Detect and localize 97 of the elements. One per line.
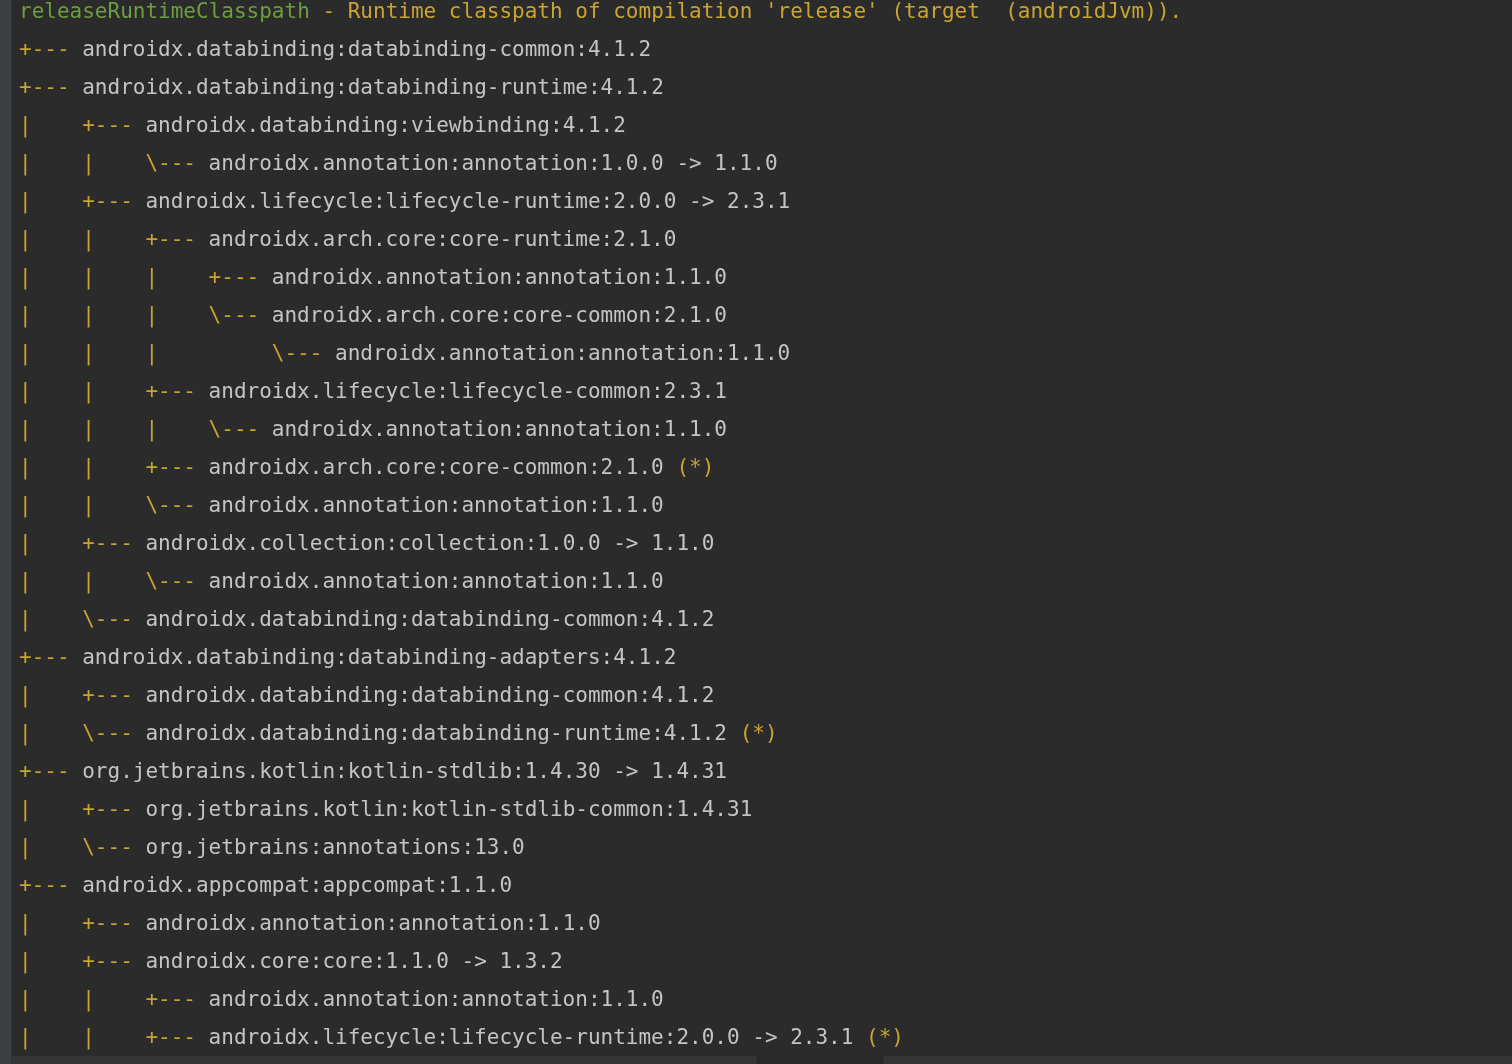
tree-guide-line: | [19,1025,32,1049]
dependency-coordinate: org.jetbrains.kotlin:kotlin-stdlib:1.4.30 -> 1.4.31 [82,759,727,783]
tree-connector: +--- [82,683,133,707]
tree-connector: +--- [19,37,70,61]
tree-guide-line: | [19,607,32,631]
tree-connector: \--- [82,835,133,859]
dependency-coordinate: androidx.arch.core:core-common:2.1.0 [271,303,727,327]
dependency-coordinate: org.jetbrains.kotlin:kotlin-stdlib-common:1.4.31 [145,797,753,821]
tree-connector: \--- [208,303,260,327]
tree-connector: +--- [82,911,133,935]
configuration-description: - Runtime classpath of compilation 'release' (target (androidJvm)). [322,0,1183,23]
tree-connector: +--- [19,759,70,783]
tree-guide-line: | [19,721,32,745]
tree-connector: +--- [145,379,196,403]
tree-guide-line: | [19,417,32,441]
dependency-coordinate: androidx.lifecycle:lifecycle-common:2.3.1 [208,379,727,403]
tree-connector: +--- [82,949,133,973]
tree-guide-line: | [82,417,95,441]
tree-guide-line: | [19,227,32,251]
tree-connector: +--- [82,531,133,555]
dependency-coordinate: androidx.annotation:annotation:1.1.0 [208,569,664,593]
dependency-coordinate: androidx.databinding:databinding-runtime:4.1.2 [145,721,727,745]
omitted-marker: (*) [739,721,778,745]
dependency-coordinate: androidx.annotation:annotation:1.1.0 [335,341,791,365]
tree-connector: \--- [82,607,133,631]
dependency-coordinate: androidx.arch.core:core-common:2.1.0 [208,455,664,479]
tree-guide-line: | [19,987,32,1011]
tree-guide-line: | [82,151,95,175]
dependency-coordinate: androidx.annotation:annotation:1.1.0 [271,265,727,289]
tree-connector: +--- [82,189,133,213]
dependency-coordinate: androidx.core:core:1.1.0 -> 1.3.2 [145,949,563,973]
configuration-name: releaseRuntimeClasspath [19,0,310,23]
tree-guide-line: | [19,493,32,517]
dependency-coordinate: androidx.annotation:annotation:1.0.0 -> 1.1.0 [208,151,778,175]
tree-connector: +--- [82,797,133,821]
tree-guide-line: | [145,303,159,327]
dependency-coordinate: androidx.databinding:viewbinding:4.1.2 [145,113,626,137]
dependency-coordinate: org.jetbrains:annotations:13.0 [145,835,525,859]
tree-guide-line: | [19,683,32,707]
tree-connector: +--- [145,455,196,479]
dependency-coordinate: androidx.annotation:annotation:1.1.0 [208,987,664,1011]
tree-guide-line: | [82,379,95,403]
tree-connector: \--- [271,341,323,365]
dependency-coordinate: androidx.databinding:databinding-common:4.1.2 [82,37,652,61]
tree-connector: \--- [208,417,260,441]
tree-guide-line: | [19,949,32,973]
tree-guide-line: | [82,569,95,593]
tree-guide-line: | [19,265,32,289]
omitted-marker: (*) [866,1025,904,1049]
dependency-coordinate: androidx.lifecycle:lifecycle-runtime:2.0.0 -> 2.3.1 [208,1025,854,1049]
tree-guide-line: | [145,265,159,289]
tree-connector: \--- [145,493,196,517]
tree-connector: +--- [145,227,196,251]
tree-guide-line: | [19,531,32,555]
tree-connector: \--- [145,151,196,175]
tree-connector: \--- [145,569,196,593]
tree-connector: +--- [145,1025,196,1049]
tree-guide-line: | [82,227,95,251]
dependency-coordinate: androidx.appcompat:appcompat:1.1.0 [82,873,513,897]
tree-connector: +--- [19,75,70,99]
tree-guide-line: | [19,911,32,935]
omitted-marker: (*) [676,455,715,479]
tree-guide-line: | [19,113,32,137]
tree-guide-line: | [19,797,32,821]
tree-guide-line: | [145,341,159,365]
dependency-coordinate: androidx.annotation:annotation:1.1.0 [271,417,727,441]
tree-connector: +--- [82,113,133,137]
dependency-coordinate: androidx.annotation:annotation:1.1.0 [208,493,664,517]
tree-guide-line: | [19,455,32,479]
tree-guide-line: | [82,1025,95,1049]
tree-guide-line: | [19,835,32,859]
tree-connector: +--- [19,873,70,897]
tree-guide-line: | [82,455,95,479]
dependency-coordinate: androidx.databinding:databinding-adapters:4.1.2 [82,645,677,669]
tree-guide-line: | [19,303,32,327]
tree-guide-line: | [82,493,95,517]
tree-guide-line: | [82,987,95,1011]
dependency-coordinate: androidx.databinding:databinding-common:4.1.2 [145,607,715,631]
tree-connector: +--- [145,987,196,1011]
tree-connector: \--- [82,721,133,745]
tree-guide-line: | [145,417,159,441]
tree-guide-line: | [19,569,32,593]
tree-connector: +--- [208,265,260,289]
dependency-coordinate: androidx.annotation:annotation:1.1.0 [145,911,601,935]
dependency-coordinate: androidx.arch.core:core-runtime:2.1.0 [208,227,677,251]
tree-guide-line: | [82,303,95,327]
tree-guide-line: | [82,265,95,289]
dependency-coordinate: androidx.databinding:databinding-common:4.1.2 [145,683,715,707]
tree-guide-line: | [19,151,32,175]
tree-guide-line: | [19,189,32,213]
dependency-coordinate: androidx.databinding:databinding-runtime:4.1.2 [82,75,664,99]
tree-connector: +--- [19,645,70,669]
tree-guide-line: | [19,341,32,365]
tree-guide-line: | [82,341,95,365]
tree-guide-line: | [19,379,32,403]
dependency-coordinate: androidx.lifecycle:lifecycle-runtime:2.0.0 -> 2.3.1 [145,189,791,213]
dependency-coordinate: androidx.collection:collection:1.0.0 -> 1.1.0 [145,531,715,555]
